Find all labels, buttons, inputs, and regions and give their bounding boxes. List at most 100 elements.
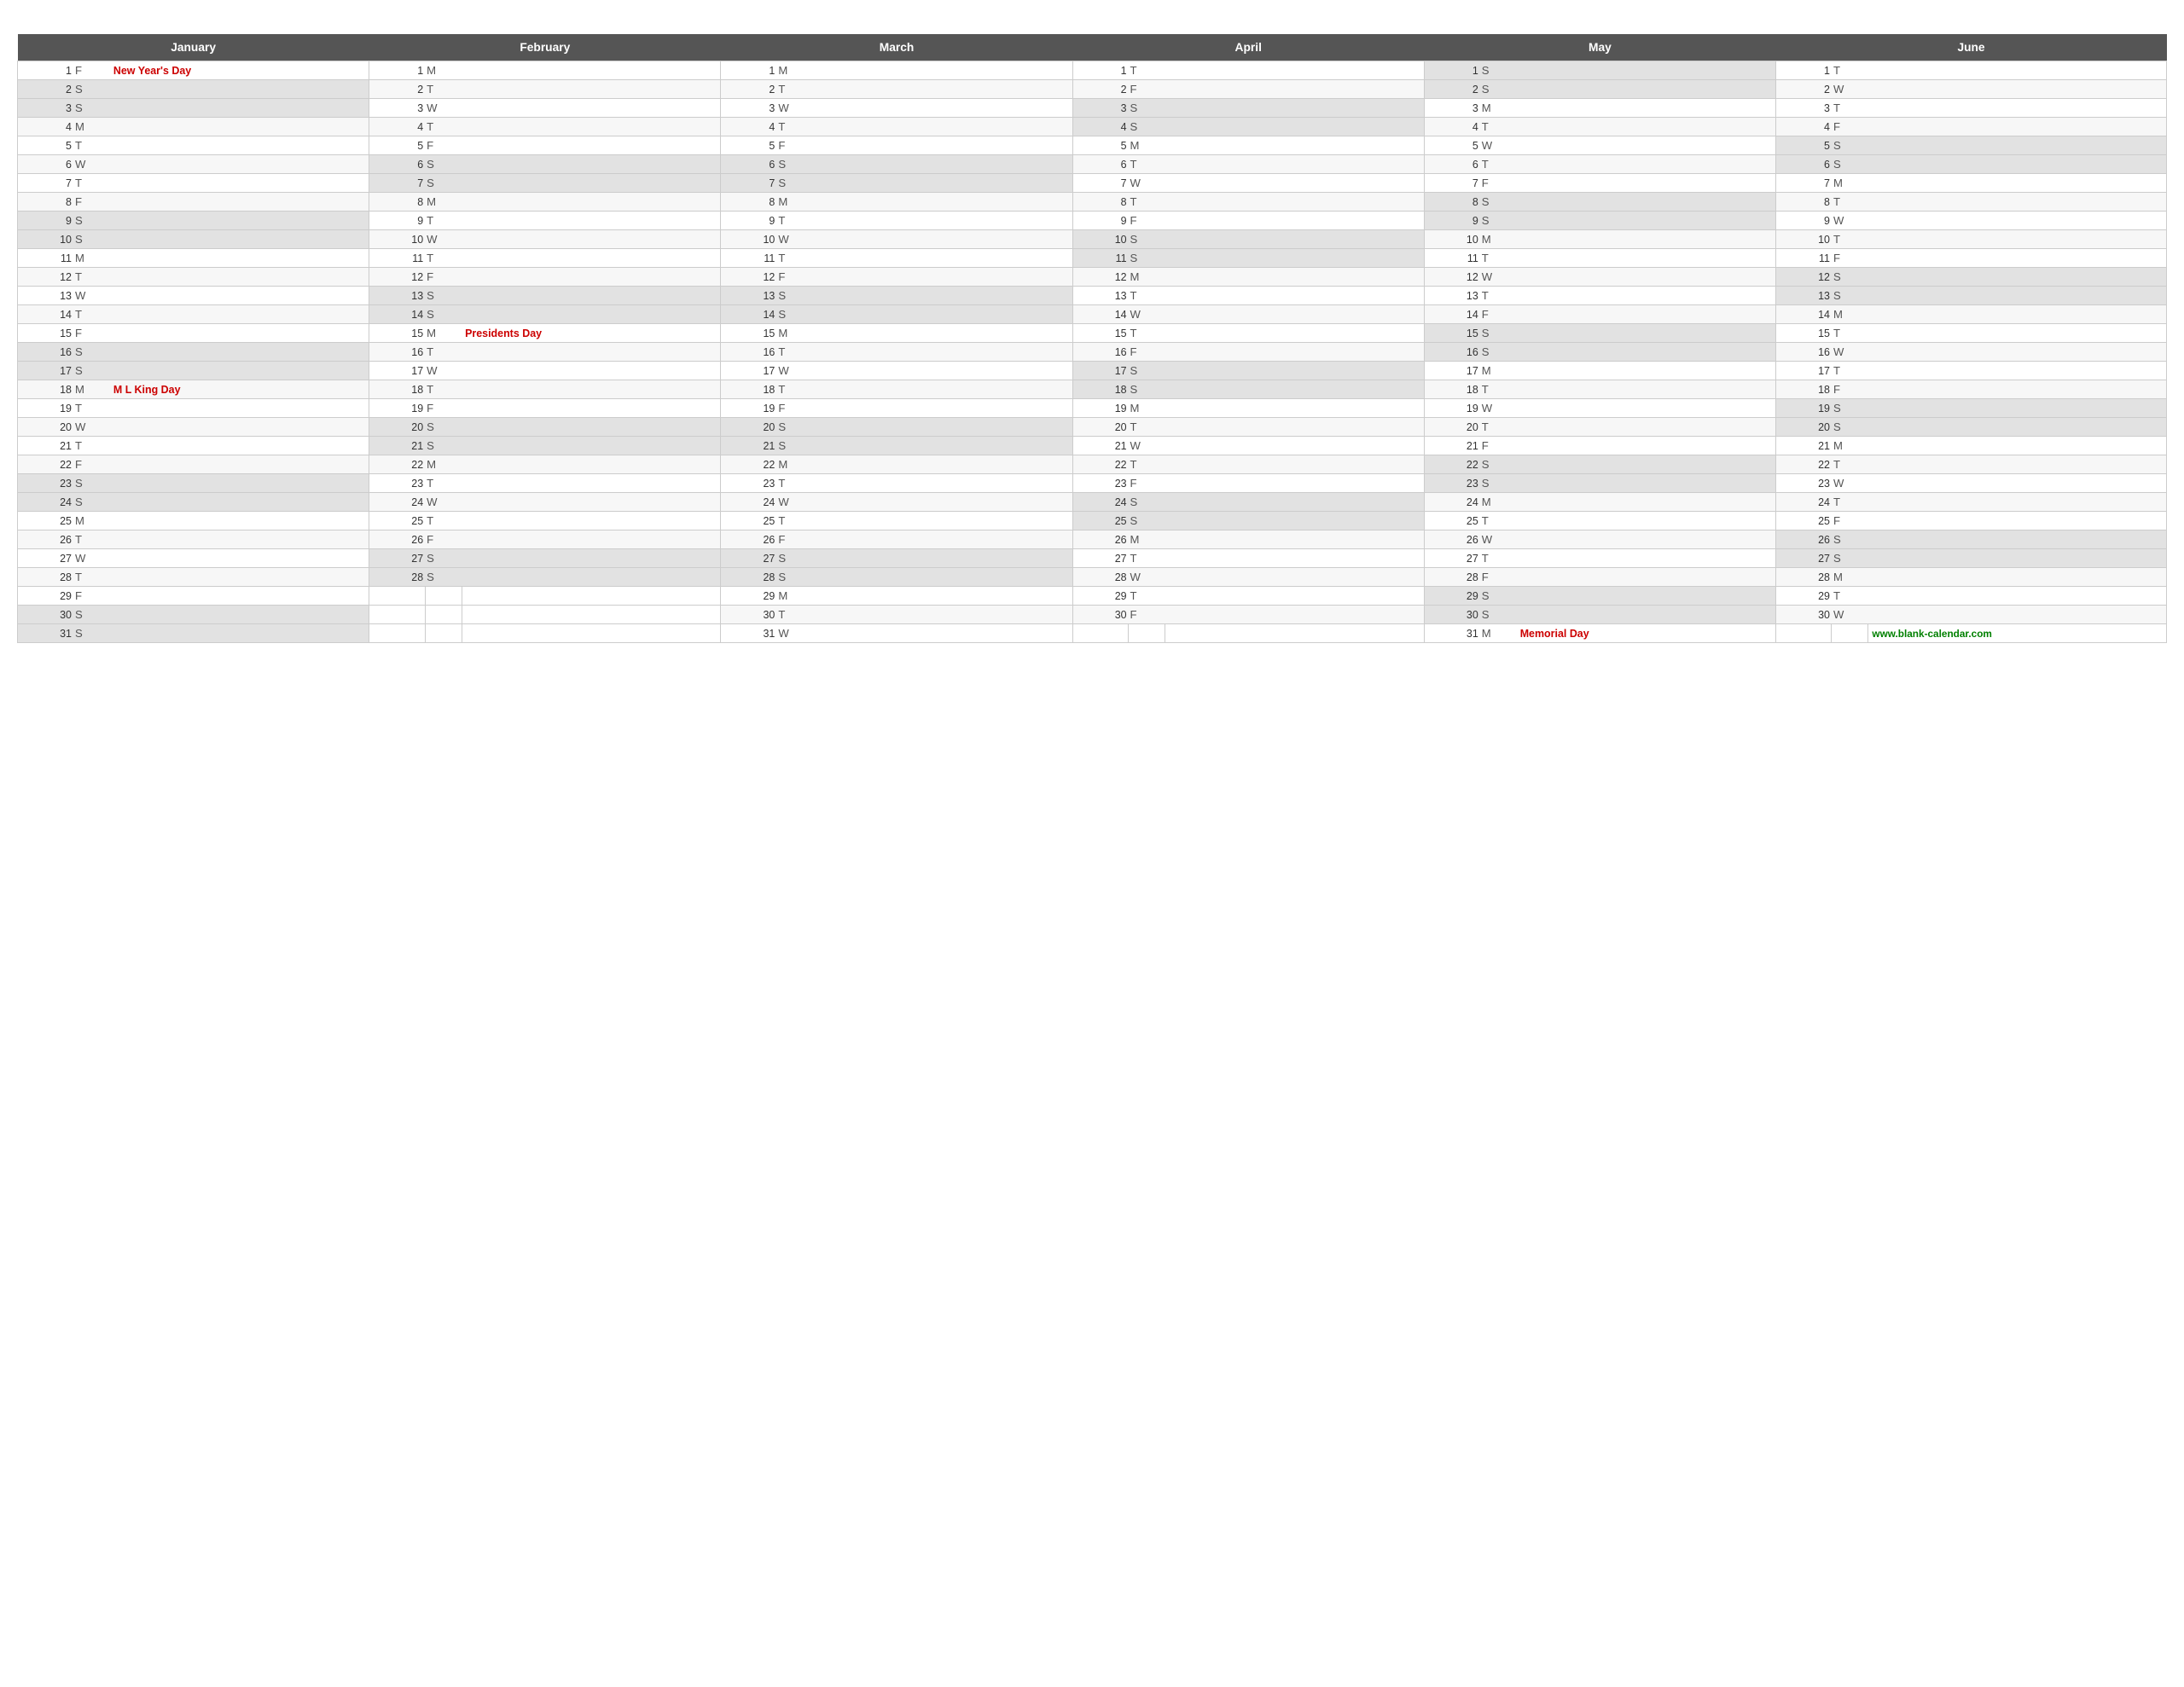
- day-num-text: 20: [60, 421, 72, 433]
- day-num-text: 23: [1818, 478, 1830, 490]
- day-number: 7: [369, 174, 425, 193]
- day-letter: S: [1480, 61, 1517, 80]
- day-number: 10: [369, 230, 425, 249]
- day-letter: W: [1832, 212, 1868, 230]
- day-num-text: 13: [1818, 290, 1830, 302]
- day-num-text: 24: [1818, 496, 1830, 508]
- holiday-cell: [1517, 324, 1776, 343]
- day-num-text: 3: [417, 102, 423, 114]
- day-letter: T: [1832, 61, 1868, 80]
- day-letter-text: T: [75, 177, 82, 189]
- day-num-text: 26: [411, 534, 423, 546]
- day-letter: T: [425, 474, 462, 493]
- day-number: 12: [369, 268, 425, 287]
- day-letter: F: [73, 193, 110, 212]
- day-num-text: 29: [60, 590, 72, 602]
- day-letter: W: [1832, 474, 1868, 493]
- day-num-text: 28: [411, 571, 423, 583]
- table-row: 24S24W24W24S24M24T: [18, 493, 2167, 512]
- holiday-cell: [813, 624, 1072, 643]
- day-num-text: 21: [1818, 440, 1830, 452]
- day-letter-text: S: [1833, 420, 1841, 433]
- day-letter-text: M: [778, 195, 787, 208]
- holiday-cell: [1517, 61, 1776, 80]
- day-letter-text: S: [1130, 120, 1138, 133]
- calendar-table: January February March April May June 1F…: [17, 34, 2167, 643]
- holiday-cell: [1165, 624, 1424, 643]
- day-letter: T: [776, 80, 813, 99]
- holiday-cell: [1868, 530, 2167, 549]
- day-number: 7: [1776, 174, 1832, 193]
- holiday-cell: www.blank-calendar.com: [1868, 624, 2167, 643]
- holiday-cell: [1868, 418, 2167, 437]
- holiday-cell: [1517, 193, 1776, 212]
- holiday-cell: [462, 305, 721, 324]
- day-letter-text: S: [75, 101, 83, 114]
- day-letter: S: [425, 305, 462, 324]
- table-row: 17S17W17W17S17M17T: [18, 362, 2167, 380]
- day-letter-text: W: [778, 627, 788, 640]
- holiday-cell: [1165, 568, 1424, 587]
- holiday-cell: [1517, 530, 1776, 549]
- holiday-cell: [1165, 61, 1424, 80]
- holiday-cell: [1868, 174, 2167, 193]
- day-letter-text: F: [75, 195, 82, 208]
- holiday-cell: Memorial Day: [1517, 624, 1776, 643]
- day-number: 2: [1424, 80, 1479, 99]
- day-number: 5: [18, 136, 73, 155]
- day-letter: F: [1129, 212, 1165, 230]
- day-letter-text: T: [75, 139, 82, 152]
- day-number: 10: [1072, 230, 1128, 249]
- day-num-text: 23: [1467, 478, 1478, 490]
- day-letter-text: M: [1482, 627, 1491, 640]
- day-letter: W: [425, 362, 462, 380]
- day-letter: T: [425, 118, 462, 136]
- day-letter: T: [1832, 230, 1868, 249]
- day-letter: T: [776, 606, 813, 624]
- day-letter: S: [73, 212, 110, 230]
- holiday-cell: [1165, 193, 1424, 212]
- day-letter-text: S: [778, 289, 786, 302]
- holiday-cell: [462, 174, 721, 193]
- day-num-text: 4: [417, 121, 423, 133]
- holiday-cell: [462, 437, 721, 455]
- holiday-cell: [813, 287, 1072, 305]
- day-letter-text: W: [1130, 571, 1141, 583]
- day-number: 29: [1776, 587, 1832, 606]
- day-letter-text: S: [75, 496, 83, 508]
- holiday-cell: [813, 549, 1072, 568]
- day-letter: T: [1480, 249, 1517, 268]
- day-num-text: 19: [1115, 403, 1127, 415]
- day-number: 19: [18, 399, 73, 418]
- day-letter: S: [1480, 343, 1517, 362]
- day-letter-text: S: [75, 627, 83, 640]
- holiday-cell: [1165, 118, 1424, 136]
- day-letter-text: F: [75, 589, 82, 602]
- day-number: 13: [1072, 287, 1128, 305]
- holiday-cell: [110, 606, 369, 624]
- day-number: 18: [369, 380, 425, 399]
- day-num-text: 25: [1115, 515, 1127, 527]
- day-letter: W: [73, 287, 110, 305]
- holiday-cell: [110, 99, 369, 118]
- holiday-cell: [110, 136, 369, 155]
- day-number: 14: [1776, 305, 1832, 324]
- day-letter: W: [73, 155, 110, 174]
- day-letter-text: S: [1482, 477, 1490, 490]
- holiday-cell: [1165, 474, 1424, 493]
- holiday-cell: [1868, 268, 2167, 287]
- day-number: 11: [1072, 249, 1128, 268]
- day-letter-text: W: [427, 364, 437, 377]
- day-number: 19: [1072, 399, 1128, 418]
- day-number: 28: [721, 568, 776, 587]
- day-num-text: 4: [66, 121, 72, 133]
- day-letter: M: [1832, 305, 1868, 324]
- day-letter: W: [1129, 437, 1165, 455]
- day-num-text: 26: [1818, 534, 1830, 546]
- day-letter: T: [776, 512, 813, 530]
- day-num-text: 1: [1824, 65, 1830, 77]
- table-row: 15F15MPresidents Day15M15T15S15T: [18, 324, 2167, 343]
- day-letter-text: S: [1833, 402, 1841, 415]
- day-number: 21: [18, 437, 73, 455]
- day-letter-text: F: [778, 533, 785, 546]
